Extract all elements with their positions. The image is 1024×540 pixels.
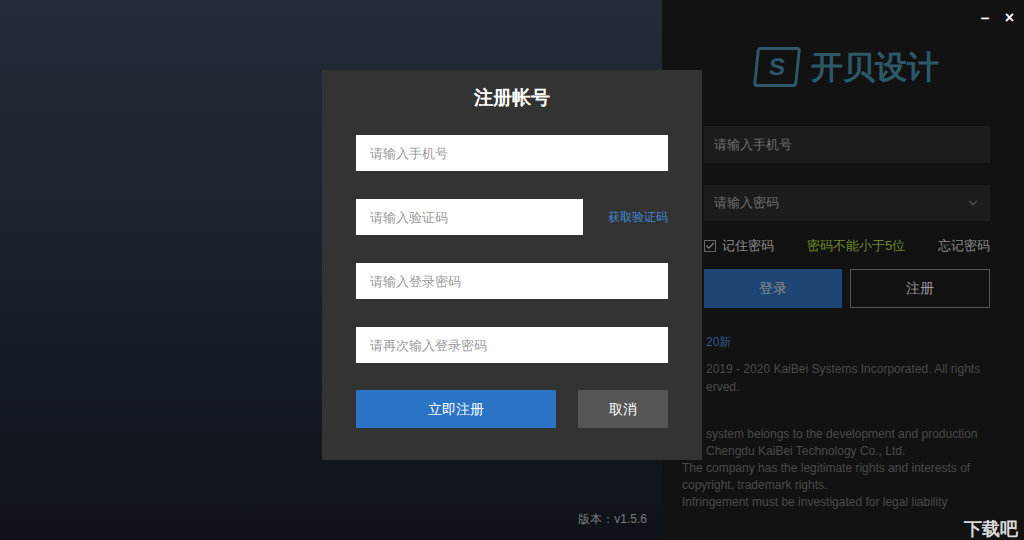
copyright: 2019 - 2020 KaiBei Systems Incorporated.… bbox=[682, 360, 1024, 396]
register-button[interactable]: 立即注册 bbox=[356, 390, 556, 428]
dialog-input[interactable] bbox=[356, 199, 583, 235]
window-control-button[interactable]: － bbox=[977, 6, 993, 30]
logo-icon: S bbox=[753, 47, 801, 87]
dialog-title: 注册帐号 bbox=[356, 85, 668, 111]
remember-checkbox[interactable]: 记住密码 bbox=[704, 236, 774, 256]
login-panel-button[interactable]: 登录 bbox=[704, 269, 842, 308]
dialog-input[interactable] bbox=[356, 135, 668, 171]
logo: S开贝设计 bbox=[704, 42, 990, 92]
code-row: 获取验证码 bbox=[356, 199, 668, 235]
get-code-link[interactable]: 获取验证码 bbox=[608, 208, 668, 226]
login-panel-button[interactable]: 注册 bbox=[850, 269, 990, 308]
password-hint: 密码不能小于5位 bbox=[807, 236, 905, 256]
login-panel: －×S开贝设计请输入手机号请输入密码记住密码密码不能小于5位忘记密码登录注册20… bbox=[662, 0, 1024, 540]
forgot-password-link[interactable]: 忘记密码 bbox=[938, 236, 990, 256]
phone-input[interactable]: 请输入手机号 bbox=[704, 126, 990, 163]
watermark: 下载吧 bbox=[964, 519, 1018, 539]
version-label: 版本：v1.5.6 bbox=[578, 510, 647, 528]
check-icon bbox=[705, 241, 715, 251]
register-dialog: 注册帐号获取验证码立即注册取消 bbox=[322, 70, 702, 460]
dialog-input[interactable] bbox=[356, 263, 668, 299]
window-control-button[interactable]: × bbox=[1005, 6, 1014, 30]
dialog-input[interactable] bbox=[356, 327, 668, 363]
cancel-button[interactable]: 取消 bbox=[578, 390, 668, 428]
password-input[interactable]: 请输入密码 bbox=[704, 185, 990, 221]
window-controls: －× bbox=[662, 0, 1024, 36]
legal-notice: system belongs to the development and pr… bbox=[682, 426, 1024, 511]
version-note: 20新 bbox=[682, 334, 1024, 350]
app-window: 版本：v1.5.6－×S开贝设计请输入手机号请输入密码记住密码密码不能小于5位忘… bbox=[0, 0, 1024, 540]
dropdown-icon[interactable] bbox=[966, 196, 980, 210]
